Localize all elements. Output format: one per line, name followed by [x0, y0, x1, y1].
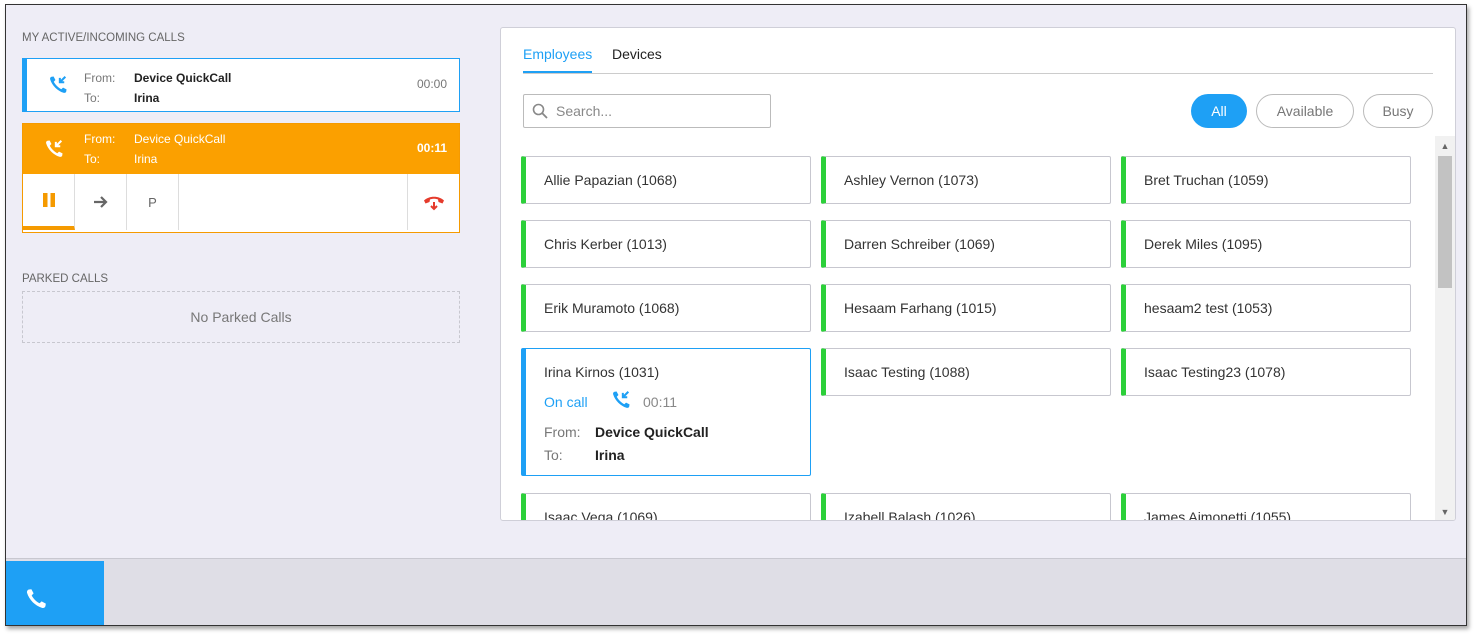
phone-button[interactable]: [6, 561, 104, 625]
tab-employees[interactable]: Employees: [523, 46, 593, 73]
employee-name: Derek Miles (1095): [1144, 236, 1263, 252]
employee-card[interactable]: Ashley Vernon (1073): [821, 156, 1111, 204]
search-input[interactable]: [556, 103, 756, 119]
employee-list-scrollbar[interactable]: ▲ ▼: [1435, 136, 1455, 520]
employee-card[interactable]: Hesaam Farhang (1015): [821, 284, 1111, 332]
employee-card[interactable]: Isaac Vega (1069): [521, 493, 811, 521]
employee-name: Izabell Balash (1026): [844, 509, 976, 521]
search-icon: [532, 103, 548, 119]
employee-card[interactable]: hesaam2 test (1053): [1121, 284, 1411, 332]
call-field-labels: From: To:: [544, 424, 581, 463]
call-to: Irina: [595, 447, 625, 463]
employee-card[interactable]: Erik Muramoto (1068): [521, 284, 811, 332]
filter-busy-button[interactable]: Busy: [1363, 94, 1433, 128]
employee-card[interactable]: James Aimonetti (1055): [1121, 493, 1411, 521]
call-field-values: Device QuickCall Irina: [595, 421, 709, 467]
footer-bar: [6, 558, 1466, 625]
employee-name: Erik Muramoto (1068): [544, 300, 680, 316]
filter-all-button[interactable]: All: [1191, 94, 1247, 128]
park-button[interactable]: P: [127, 174, 179, 230]
call-from: Device QuickCall: [134, 132, 226, 146]
scrollbar-thumb[interactable]: [1438, 156, 1452, 288]
employee-name: Bret Truchan (1059): [1144, 172, 1269, 188]
directory-panel: Employees Devices All Available Busy All…: [500, 27, 1456, 521]
call-to: Irina: [134, 91, 160, 105]
no-parked-calls-text: No Parked Calls: [190, 309, 292, 325]
call-to: Irina: [134, 152, 158, 166]
call-field-labels: From: To:: [84, 71, 116, 105]
parked-calls-area: No Parked Calls: [22, 291, 460, 343]
tab-devices[interactable]: Devices: [612, 46, 662, 73]
employee-name: Isaac Vega (1069): [544, 509, 658, 521]
call-field-values: Device QuickCall Irina: [134, 129, 225, 169]
employee-name: Hesaam Farhang (1015): [844, 300, 997, 316]
incoming-call-card[interactable]: From: To: Device QuickCall Irina 00:00: [22, 58, 460, 112]
call-from: Device QuickCall: [595, 424, 709, 440]
employee-card-on-call[interactable]: Irina Kirnos (1031) On call 00:11 From: …: [521, 348, 811, 476]
employee-call-timer: 00:11: [643, 394, 677, 410]
call-controls: P: [23, 174, 459, 231]
incoming-call-icon: [46, 140, 63, 157]
employee-card[interactable]: Allie Papazian (1068): [521, 156, 811, 204]
employee-name: Allie Papazian (1068): [544, 172, 678, 188]
transfer-button[interactable]: [75, 174, 127, 230]
employee-name: James Aimonetti (1055): [1144, 509, 1292, 521]
parked-calls-heading: PARKED CALLS: [22, 273, 109, 285]
incoming-call-icon: [613, 391, 630, 408]
employee-name: hesaam2 test (1053): [1144, 300, 1273, 316]
employee-card[interactable]: Derek Miles (1095): [1121, 220, 1411, 268]
employee-name: Ashley Vernon (1073): [844, 172, 979, 188]
call-field-labels: From: To:: [84, 132, 116, 166]
hold-button[interactable]: [23, 174, 75, 230]
hangup-icon: [423, 196, 444, 211]
active-call-header[interactable]: From: To: Device QuickCall Irina 00:11: [23, 124, 459, 174]
active-call-card[interactable]: From: To: Device QuickCall Irina 00:11 P: [22, 123, 460, 233]
active-calls-heading: MY ACTIVE/INCOMING CALLS: [22, 32, 185, 44]
incoming-call-icon: [50, 76, 67, 93]
employee-card[interactable]: Chris Kerber (1013): [521, 220, 811, 268]
scroll-down-arrow-icon[interactable]: ▼: [1435, 504, 1455, 520]
employee-status: On call: [544, 394, 588, 410]
employee-name: Isaac Testing23 (1078): [1144, 364, 1286, 380]
scroll-up-arrow-icon[interactable]: ▲: [1435, 138, 1455, 154]
call-field-values: Device QuickCall Irina: [134, 68, 231, 108]
employee-name: Darren Schreiber (1069): [844, 236, 995, 252]
directory-tabs: Employees Devices: [523, 46, 1433, 74]
employee-grid: Allie Papazian (1068) Ashley Vernon (107…: [501, 136, 1435, 521]
employee-name: Isaac Testing (1088): [844, 364, 970, 380]
employee-name: Chris Kerber (1013): [544, 236, 667, 252]
employee-card[interactable]: Izabell Balash (1026): [821, 493, 1111, 521]
pause-icon: [42, 193, 55, 207]
call-timer: 00:11: [416, 141, 447, 155]
search-box[interactable]: [523, 94, 771, 128]
hangup-button[interactable]: [407, 174, 459, 230]
employee-card[interactable]: Isaac Testing23 (1078): [1121, 348, 1411, 396]
phone-icon: [26, 589, 46, 609]
call-from: Device QuickCall: [134, 71, 232, 85]
filter-available-button[interactable]: Available: [1256, 94, 1354, 128]
call-timer: 00:00: [416, 77, 447, 91]
employee-name: Irina Kirnos (1031): [544, 364, 660, 380]
employee-card[interactable]: Darren Schreiber (1069): [821, 220, 1111, 268]
app-window: MY ACTIVE/INCOMING CALLS From: To: Devic…: [5, 4, 1467, 626]
arrow-right-icon: [93, 196, 108, 208]
employee-card[interactable]: Bret Truchan (1059): [1121, 156, 1411, 204]
employee-card[interactable]: Isaac Testing (1088): [821, 348, 1111, 396]
